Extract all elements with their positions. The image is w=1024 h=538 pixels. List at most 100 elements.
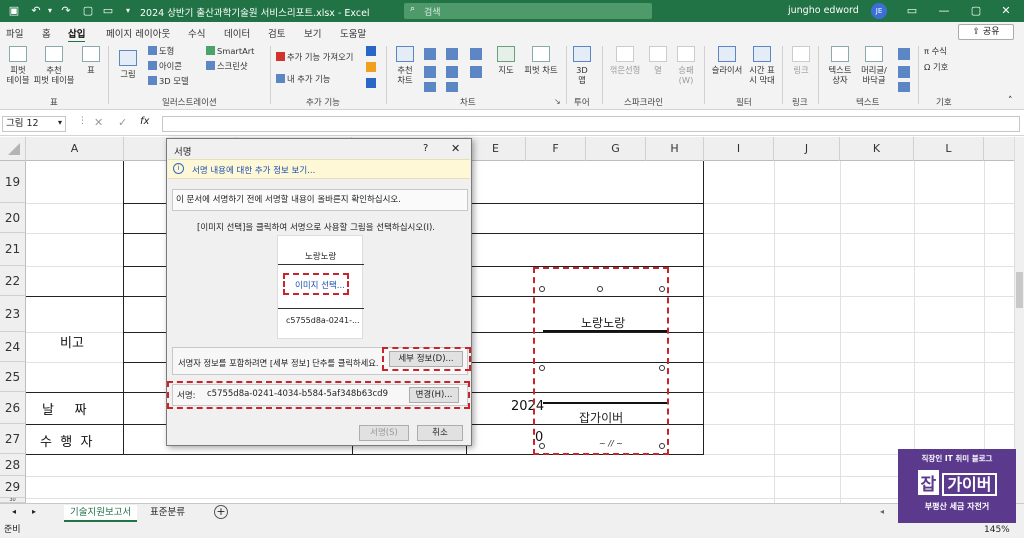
recommended-charts-button[interactable]: 추천 차트 (392, 46, 418, 85)
help-icon[interactable]: ? (423, 143, 428, 154)
row-header-23[interactable]: 23 (0, 296, 26, 332)
object-icon[interactable] (898, 82, 910, 92)
sparkline-column-button[interactable]: 열 (646, 46, 670, 75)
icons-button[interactable]: 아이콘 (148, 61, 182, 71)
3d-map-button[interactable]: 3D 맵 (570, 46, 594, 85)
sparkline-line-button[interactable]: 꺾은선형 (606, 46, 644, 75)
collapse-ribbon-icon[interactable]: ˄ (1008, 96, 1013, 106)
close-window-icon[interactable]: ✕ (998, 3, 1014, 19)
tab-data[interactable]: 데이터 (224, 26, 250, 40)
pie-chart-icon[interactable] (446, 66, 458, 78)
save-icon[interactable]: ▣ (6, 3, 22, 19)
row-header-24[interactable]: 24 (0, 332, 26, 362)
row-header-29[interactable]: 29 (0, 476, 26, 498)
col-header-l[interactable]: L (914, 137, 984, 161)
row-header-19[interactable]: 19 (0, 161, 26, 203)
row-header-25[interactable]: 25 (0, 362, 26, 392)
name-box-dropdown-icon[interactable]: ▾ (58, 118, 62, 127)
col-header-h[interactable]: H (646, 137, 704, 161)
signature-picture[interactable]: 노랑노랑 잡가이버 ~ // ~ (533, 267, 669, 455)
col-header-f[interactable]: F (526, 137, 586, 161)
open-folder-icon[interactable]: ▭ (100, 3, 116, 19)
undo-dropdown-icon[interactable]: ▾ (42, 3, 58, 19)
cancel-icon[interactable]: ✕ (94, 116, 103, 129)
col-header-j[interactable]: J (774, 137, 840, 161)
search-box[interactable]: ⌕ 검색 (404, 3, 652, 19)
table-button[interactable]: 표 (80, 46, 102, 75)
redo-icon[interactable]: ↷ (58, 3, 74, 19)
symbol-button[interactable]: Ω 기호 (924, 62, 948, 72)
resize-handle[interactable] (539, 443, 545, 449)
tab-help[interactable]: 도움말 (340, 26, 366, 40)
sheet-tab-report[interactable]: 기술지원보고서 (64, 505, 138, 522)
next-sheet-icon[interactable]: ▸ (32, 507, 36, 516)
new-file-icon[interactable]: ▢ (80, 3, 96, 19)
screenshot-button[interactable]: 스크린샷 (206, 61, 248, 71)
name-box[interactable]: 그림 12 (2, 116, 66, 132)
hscroll-left-icon[interactable]: ◂ (880, 507, 884, 516)
3d-model-button[interactable]: 3D 모델 (148, 76, 189, 86)
people-graph-icon[interactable] (366, 78, 376, 88)
textbox-button[interactable]: 텍스트 상자 (824, 46, 856, 85)
sign-button[interactable]: 서명(S) (359, 425, 409, 441)
timeline-button[interactable]: 시간 표 시 막대 (746, 46, 778, 85)
shapes-button[interactable]: 도형 (148, 46, 174, 56)
smartart-button[interactable]: SmartArt (206, 46, 254, 56)
row-header-21[interactable]: 21 (0, 233, 26, 266)
zoom-level[interactable]: 145% (984, 523, 1010, 538)
header-footer-button[interactable]: 머리글/ 바닥글 (856, 46, 892, 85)
share-button[interactable]: ⇪ 공유 (958, 24, 1014, 40)
tab-file[interactable]: 파일 (6, 26, 23, 40)
statistic-chart-icon[interactable] (470, 48, 482, 60)
maps-button[interactable]: 지도 (494, 46, 518, 75)
sparkline-winloss-button[interactable]: 승패 (W) (674, 46, 698, 85)
wordart-icon[interactable] (898, 48, 910, 60)
row-header-27[interactable]: 27 (0, 424, 26, 454)
ribbon-display-icon[interactable]: ▭ (904, 3, 920, 19)
waterfall-chart-icon[interactable] (446, 82, 458, 92)
signature-line-icon[interactable] (898, 66, 910, 78)
maximize-icon[interactable]: ▢ (968, 3, 984, 19)
cancel-button[interactable]: 취소 (417, 425, 463, 441)
customize-toolbar-icon[interactable]: ▾ (120, 3, 136, 19)
hierarchy-chart-icon[interactable] (446, 48, 458, 60)
insert-function-icon[interactable]: fx (140, 116, 154, 132)
pivot-chart-button[interactable]: 피벗 차트 (520, 46, 562, 75)
prev-sheet-icon[interactable]: ◂ (12, 507, 16, 516)
resize-handle[interactable] (597, 286, 603, 292)
col-header-a[interactable]: A (26, 137, 124, 161)
more-info-link[interactable]: 서명 내용에 대한 추가 정보 보기... (192, 164, 315, 176)
cell-bigo[interactable]: 비고 (60, 332, 84, 351)
tab-review[interactable]: 검토 (268, 26, 285, 40)
resize-handle[interactable] (659, 443, 665, 449)
visio-icon[interactable] (366, 46, 376, 56)
col-header-g[interactable]: G (586, 137, 646, 161)
cell-doer-label[interactable]: 수 행 자 (40, 431, 92, 450)
tab-formulas[interactable]: 수식 (188, 26, 205, 40)
get-addins-button[interactable]: 추가 기능 가져오기 (276, 52, 353, 62)
bar-chart-icon[interactable] (424, 82, 436, 92)
resize-handle[interactable] (659, 286, 665, 292)
equation-button[interactable]: π 수식 (924, 46, 947, 56)
avatar[interactable]: JE (871, 3, 887, 19)
recommended-pivot-button[interactable]: 추천 피벗 테이블 (30, 46, 78, 85)
column-chart-icon[interactable] (424, 48, 436, 60)
row-header-26[interactable]: 26 (0, 392, 26, 424)
col-header-e[interactable]: E (466, 137, 526, 161)
tab-page-layout[interactable]: 페이지 레이아웃 (106, 26, 170, 40)
line-chart-icon[interactable] (424, 66, 436, 78)
bing-icon[interactable] (366, 62, 376, 72)
scroll-thumb[interactable] (1016, 272, 1023, 308)
pivot-table-button[interactable]: 피벗 테이블 (4, 46, 32, 85)
row-header-22[interactable]: 22 (0, 266, 26, 296)
resize-handle[interactable] (659, 365, 665, 371)
change-button[interactable]: 변경(H)... (409, 387, 459, 403)
scatter-chart-icon[interactable] (470, 66, 482, 78)
sheet-tab-classification[interactable]: 표준분류 (144, 505, 191, 522)
tab-insert[interactable]: 삽입 (68, 26, 86, 43)
picture-button[interactable]: 그림 (114, 50, 142, 79)
select-all-corner[interactable] (0, 137, 26, 161)
my-addins-button[interactable]: 내 추가 기능 (276, 74, 330, 84)
enter-icon[interactable]: ✓ (118, 116, 127, 129)
link-button[interactable]: 링크 (788, 46, 814, 75)
